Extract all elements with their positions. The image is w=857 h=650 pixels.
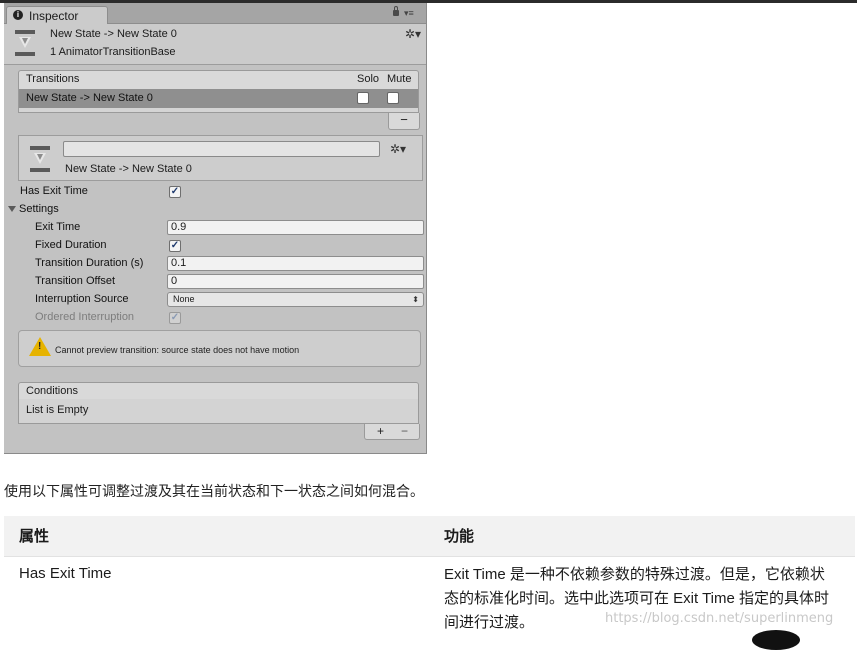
tab-inspector[interactable]: i Inspector bbox=[6, 6, 108, 24]
fixed-duration-label: Fixed Duration bbox=[35, 239, 107, 251]
add-condition-button[interactable]: + bbox=[377, 424, 384, 438]
transition-duration-label: Transition Duration (s) bbox=[35, 257, 144, 269]
settings-foldout-label[interactable]: Settings bbox=[19, 203, 59, 215]
table-header-function: 功能 bbox=[444, 528, 475, 545]
transition-subtitle: New State -> New State 0 bbox=[65, 163, 192, 175]
tab-strip: i Inspector ▾≡ bbox=[4, 3, 426, 24]
header-subtitle: 1 AnimatorTransitionBase bbox=[50, 46, 176, 58]
exit-time-label: Exit Time bbox=[35, 221, 81, 233]
has-exit-time-label: Has Exit Time bbox=[20, 185, 88, 197]
mute-checkbox[interactable] bbox=[387, 92, 399, 104]
transition-offset-field[interactable]: 0 bbox=[167, 274, 424, 289]
conditions-header-label: Conditions bbox=[26, 385, 78, 397]
fixed-duration-checkbox[interactable]: ✓ bbox=[169, 240, 181, 252]
foldout-arrow-icon[interactable] bbox=[8, 206, 16, 212]
interruption-source-dropdown[interactable]: None ⬍ bbox=[167, 292, 424, 307]
remove-condition-button[interactable]: − bbox=[401, 424, 408, 438]
table-cell-property: Has Exit Time bbox=[19, 565, 112, 582]
mute-column-label: Mute bbox=[387, 73, 412, 85]
description-text: 使用以下属性可调整过渡及其在当前状态和下一状态之间如何混合。 bbox=[4, 483, 424, 499]
solo-checkbox[interactable] bbox=[357, 92, 369, 104]
inspector-header: New State -> New State 0 1 AnimatorTrans… bbox=[4, 24, 426, 65]
ordered-interruption-checkbox: ✓ bbox=[169, 312, 181, 324]
table-header: 属性 功能 bbox=[4, 516, 855, 557]
table-header-property: 属性 bbox=[19, 528, 50, 545]
remove-transition-button[interactable]: − bbox=[388, 113, 420, 130]
conditions-header: Conditions bbox=[18, 382, 419, 400]
transitions-list-header: Transitions Solo Mute bbox=[18, 70, 419, 90]
transitions-list-footer bbox=[18, 108, 419, 113]
warning-icon: ! bbox=[29, 337, 51, 356]
transition-icon bbox=[30, 146, 50, 172]
transition-duration-field[interactable]: 0.1 bbox=[167, 256, 424, 271]
transition-subheader: ✲▾ New State -> New State 0 bbox=[18, 135, 423, 181]
conditions-list: Conditions List is Empty + − bbox=[18, 382, 420, 440]
watermark: https://blog.csdn.net/superlinmeng bbox=[605, 611, 834, 626]
transition-row[interactable]: New State -> New State 0 bbox=[18, 89, 419, 108]
gear-icon[interactable]: ✲▾ bbox=[405, 27, 421, 41]
conditions-buttons: + − bbox=[364, 424, 420, 440]
ordered-interruption-label: Ordered Interruption bbox=[35, 311, 135, 323]
conditions-empty-text: List is Empty bbox=[26, 404, 89, 416]
header-title: New State -> New State 0 bbox=[50, 28, 177, 40]
conditions-body: List is Empty bbox=[18, 399, 419, 424]
transition-row-label: New State -> New State 0 bbox=[26, 92, 153, 104]
transitions-header-label: Transitions bbox=[26, 73, 80, 85]
dropdown-arrows-icon: ⬍ bbox=[412, 295, 419, 304]
lock-icon[interactable] bbox=[393, 6, 399, 16]
inspector-panel: i Inspector ▾≡ New State -> New State 0 … bbox=[4, 3, 427, 454]
transition-name-input[interactable] bbox=[63, 141, 380, 157]
overlay-blob bbox=[752, 630, 800, 650]
tab-inspector-label: Inspector bbox=[29, 9, 79, 23]
transition-icon bbox=[15, 30, 35, 56]
transition-offset-label: Transition Offset bbox=[35, 275, 116, 287]
transitions-list: Transitions Solo Mute New State -> New S… bbox=[18, 70, 420, 130]
solo-column-label: Solo bbox=[357, 73, 380, 85]
warning-text: Cannot preview transition: source state … bbox=[55, 345, 300, 355]
has-exit-time-checkbox[interactable]: ✓ bbox=[169, 186, 181, 198]
interruption-source-value: None bbox=[173, 294, 195, 304]
menu-icon[interactable]: ▾≡ bbox=[404, 8, 414, 19]
warning-box: ! Cannot preview transition: source stat… bbox=[18, 330, 421, 367]
interruption-source-label: Interruption Source bbox=[35, 293, 129, 305]
exit-time-field[interactable]: 0.9 bbox=[167, 220, 424, 235]
gear-icon[interactable]: ✲▾ bbox=[390, 142, 406, 156]
info-icon: i bbox=[13, 10, 23, 20]
